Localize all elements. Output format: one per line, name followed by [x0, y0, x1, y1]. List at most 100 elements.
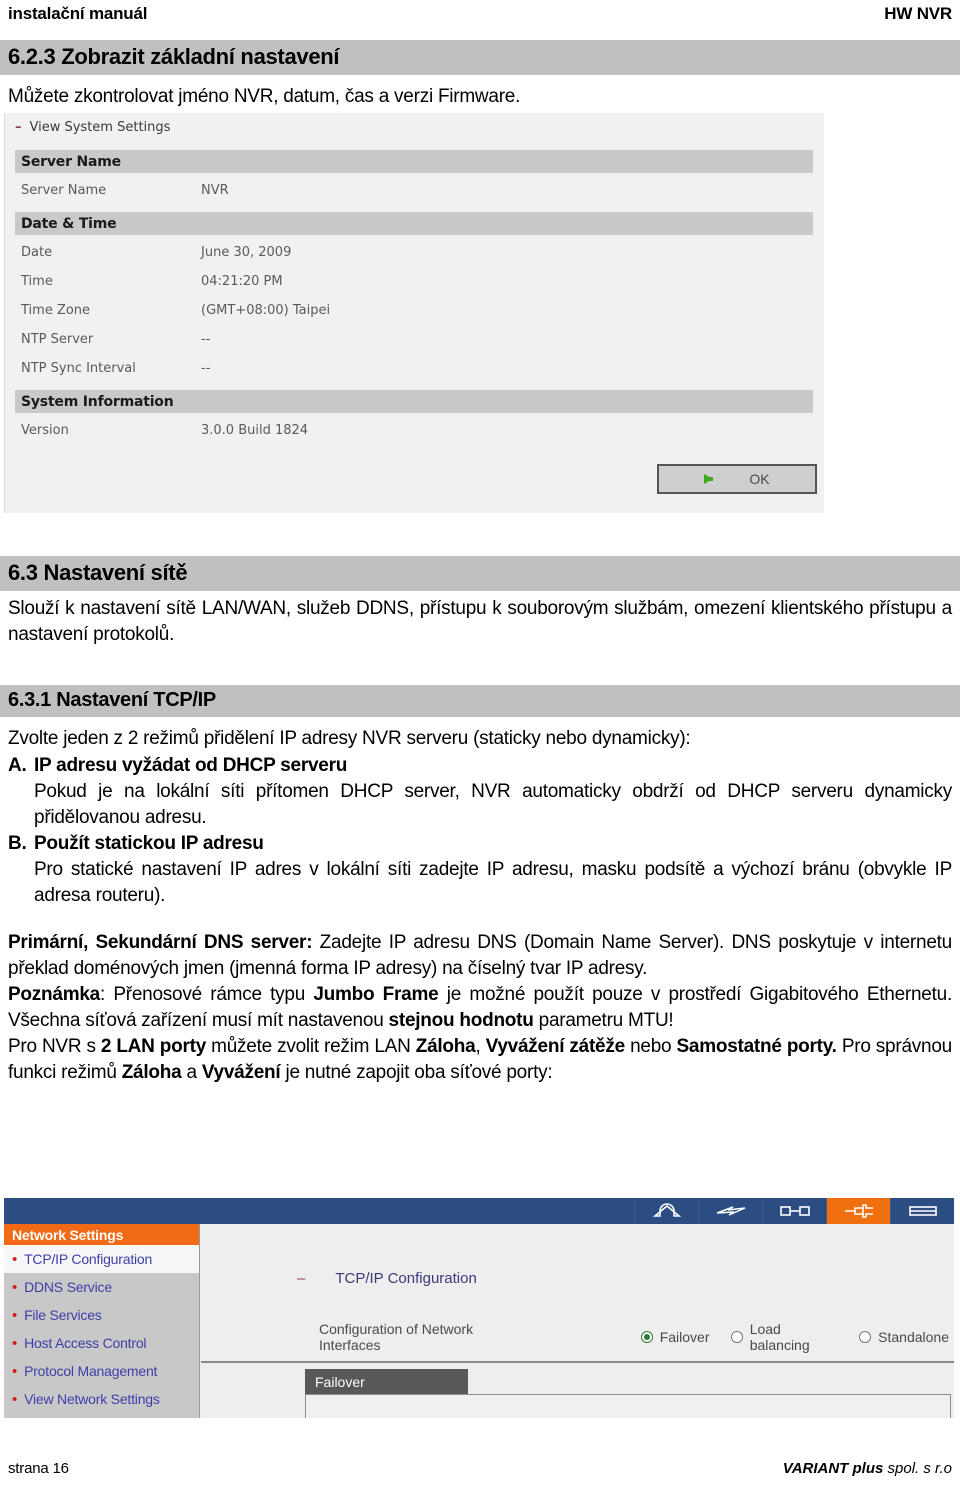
bullet-icon: •: [12, 1362, 18, 1380]
list-marker: B.: [8, 833, 27, 854]
paragraph-6-3-1-intro: Zvolte jeden z 2 režimů přidělení IP adr…: [8, 728, 691, 749]
list-marker: A.: [8, 755, 27, 776]
paragraph-6-3-intro: Slouží k nastavení sítě LAN/WAN, služeb …: [8, 598, 952, 645]
note-same-value: stejnou hodnotu: [388, 1010, 534, 1031]
lan-text-7: je nutné zapojit oba síťové porty:: [280, 1062, 553, 1083]
row-value: 3.0.0 Build 1824: [201, 422, 309, 438]
row-date: Date June 30, 2009: [21, 241, 811, 263]
list-item-title: Použít statickou IP adresu: [34, 833, 264, 854]
radio-label: Load balancing: [749, 1321, 810, 1353]
sidebar-item-file-services[interactable]: • File Services: [4, 1301, 199, 1329]
row-label: NTP Sync Interval: [21, 360, 136, 376]
radio-option-load-balancing[interactable]: Load balancing: [731, 1321, 837, 1353]
list-item: B. Použít statickou IP adresu Pro static…: [8, 831, 952, 909]
network-settings-content: – TCP/IP Configuration Configuration of …: [201, 1224, 954, 1418]
lan-text-6: a: [181, 1062, 202, 1083]
note-label: Poznámka: [8, 984, 100, 1005]
collapse-minus-icon[interactable]: –: [15, 120, 22, 135]
sidebar-item-label: DDNS Service: [24, 1279, 112, 1295]
app-toolbar: [4, 1198, 954, 1224]
paragraph-dns: Primární, Sekundární DNS server: Zadejte…: [8, 930, 952, 982]
bullet-icon: •: [12, 1334, 18, 1352]
list-view-icon[interactable]: [890, 1198, 954, 1224]
interfaces-config-row: Configuration of Network Interfaces Fail…: [319, 1321, 949, 1353]
lan-text-2: můžete zvolit režim LAN: [206, 1036, 416, 1057]
page-footer: strana 16 VARIANT plus spol. s r.o: [0, 1460, 960, 1477]
sidebar-item-label: View Network Settings: [24, 1391, 160, 1407]
sidebar-item-protocol-management[interactable]: • Protocol Management: [4, 1357, 199, 1385]
lan-mode-vyvazeni-zateze: Vyvážení zátěže: [485, 1036, 626, 1057]
lan-text-1: Pro NVR s: [8, 1036, 101, 1057]
tabstrip: Failover: [305, 1369, 468, 1394]
sidebar-item-ddns-service[interactable]: • DDNS Service: [4, 1273, 199, 1301]
row-label: Date: [21, 244, 53, 260]
row-server-name: Server Name NVR: [21, 179, 811, 201]
list-item-description: Pokud je na lokální síti přítomen DHCP s…: [34, 781, 952, 828]
ok-button[interactable]: OK: [657, 464, 817, 494]
tab-failover[interactable]: Failover: [305, 1369, 468, 1394]
paragraph-6-2-3-intro: Můžete zkontrolovat jméno NVR, datum, ča…: [8, 86, 521, 107]
lan-mode-zaloha: Záloha: [415, 1036, 476, 1057]
ok-button-label: OK: [749, 471, 770, 487]
list-item-title: IP adresu vyžádat od DHCP serveru: [34, 755, 348, 776]
row-value: --: [201, 331, 211, 347]
sidebar-item-tcpip-configuration[interactable]: • TCP/IP Configuration: [4, 1245, 199, 1273]
power-bolt-icon[interactable]: [698, 1198, 762, 1224]
row-value: 04:21:20 PM: [201, 273, 283, 289]
sidebar-item-label: File Services: [24, 1307, 102, 1323]
radio-option-failover[interactable]: Failover: [640, 1329, 710, 1345]
heading-6-3-1: 6.3.1 Nastavení TCP/IP: [0, 685, 960, 717]
radio-label: Standalone: [878, 1329, 949, 1345]
group-header-system-information: System Information: [15, 390, 813, 413]
bullet-icon: •: [12, 1306, 18, 1324]
radio-icon[interactable]: [731, 1331, 743, 1343]
row-label: Server Name: [21, 182, 107, 198]
lan-mode-vyvazeni: Vyvážení: [201, 1062, 281, 1083]
system-settings-panel-title: – View System Settings: [15, 120, 170, 135]
collapse-minus-icon[interactable]: –: [297, 1270, 305, 1287]
row-label: Version: [21, 422, 69, 438]
lan-mode-samostatne-porty: Samostatné porty.: [676, 1036, 837, 1057]
row-time-zone: Time Zone (GMT+08:00) Taipei: [21, 299, 811, 321]
lan-text-4: nebo: [624, 1036, 677, 1057]
note-text-3: parametru MTU!: [533, 1010, 674, 1031]
footer-company-suffix: spol. s r.o: [883, 1460, 952, 1477]
network-settings-sidebar: Network Settings • TCP/IP Configuration …: [4, 1224, 200, 1418]
row-label: NTP Server: [21, 331, 94, 347]
page-header: instalační manuál HW NVR: [0, 0, 960, 34]
page-number: strana 16: [8, 1460, 69, 1477]
lan-mode-zaloha-2: Záloha: [121, 1062, 182, 1083]
note-text-1: : Přenosové rámce typu: [99, 984, 314, 1005]
sidebar-item-label: Protocol Management: [24, 1363, 158, 1379]
network-icon[interactable]: [826, 1198, 890, 1224]
radio-option-standalone[interactable]: Standalone: [859, 1329, 949, 1345]
sidebar-item-label: TCP/IP Configuration: [24, 1251, 153, 1267]
green-arrow-icon: [704, 474, 714, 484]
heading-6-2-3: 6.2.3 Zobrazit základní nastavení: [0, 40, 960, 75]
content-title: – TCP/IP Configuration: [297, 1270, 477, 1287]
row-label: Time: [21, 273, 53, 289]
radio-label: Failover: [659, 1329, 710, 1345]
radio-icon[interactable]: [859, 1331, 872, 1343]
radio-icon-selected[interactable]: [640, 1331, 653, 1343]
sidebar-item-label: Host Access Control: [24, 1335, 147, 1351]
lan-text-3: ,: [475, 1036, 486, 1057]
row-value: --: [201, 360, 211, 376]
storage-disk-icon[interactable]: [762, 1198, 826, 1224]
screenshot-view-system-settings: – View System Settings Server Name Serve…: [4, 113, 824, 513]
home-icon[interactable]: [634, 1198, 698, 1224]
row-ntp-sync-interval: NTP Sync Interval --: [21, 357, 811, 379]
row-version: Version 3.0.0 Build 1824: [21, 419, 811, 441]
content-title-label: TCP/IP Configuration: [335, 1270, 477, 1287]
group-header-date-time: Date & Time: [15, 212, 813, 235]
paragraph-lan: Pro NVR s 2 LAN porty můžete zvolit reži…: [8, 1034, 952, 1086]
paragraph-note: Poznámka: Přenosové rámce typu Jumbo Fra…: [8, 982, 952, 1034]
sidebar-item-host-access-control[interactable]: • Host Access Control: [4, 1329, 199, 1357]
group-header-server-name: Server Name: [15, 150, 813, 173]
row-value: June 30, 2009: [201, 244, 292, 260]
bullet-icon: •: [12, 1250, 18, 1268]
sidebar-item-view-network-settings[interactable]: • View Network Settings: [4, 1385, 199, 1413]
bullet-icon: •: [12, 1278, 18, 1296]
bullet-icon: •: [12, 1390, 18, 1408]
screenshot-network-settings: Network Settings • TCP/IP Configuration …: [4, 1198, 954, 1418]
